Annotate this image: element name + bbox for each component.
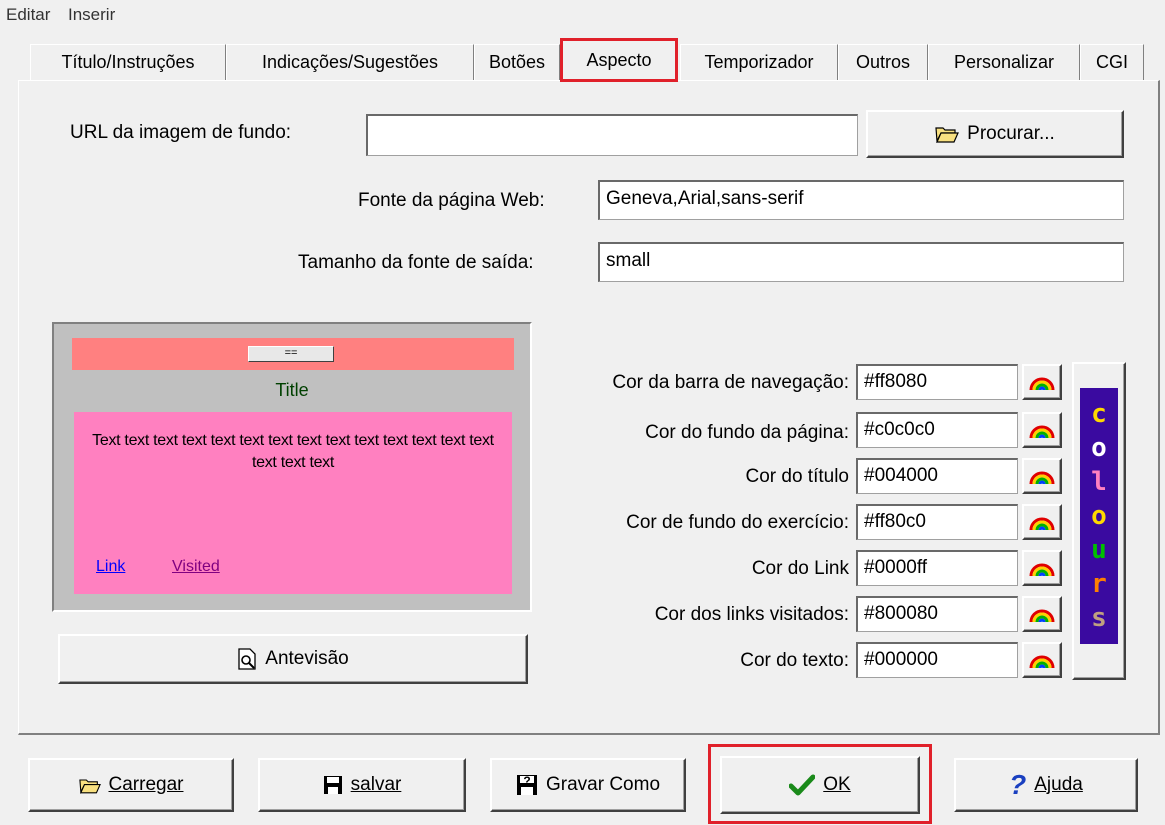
save-button-label: salvar bbox=[350, 774, 402, 795]
floppy-disk-icon bbox=[323, 776, 342, 794]
title-color-picker[interactable] bbox=[1022, 458, 1062, 494]
link-color-picker[interactable] bbox=[1022, 550, 1062, 586]
tab-cgi[interactable]: CGI bbox=[1080, 44, 1144, 80]
svg-text:?: ? bbox=[523, 774, 530, 788]
web-font-label: Fonte da página Web: bbox=[358, 190, 545, 211]
preview-nav-bar: == bbox=[72, 338, 514, 370]
menu-editar[interactable]: Editar bbox=[6, 5, 50, 25]
nav-bar-color-field[interactable]: #ff8080 bbox=[856, 364, 1018, 400]
title-color-label: Cor do título bbox=[745, 466, 850, 487]
font-size-label: Tamanho da fonte de saída: bbox=[298, 252, 534, 273]
preview-visited-link: Visited bbox=[172, 558, 220, 575]
load-button-label: Carregar bbox=[108, 774, 184, 795]
help-button-label: Ajuda bbox=[1034, 774, 1083, 795]
preview-area: == Title Text text text text text text t… bbox=[52, 322, 532, 612]
nav-bar-color-picker[interactable] bbox=[1022, 364, 1062, 400]
help-button[interactable]: ? Ajuda bbox=[954, 758, 1138, 812]
tab-temporizador[interactable]: Temporizador bbox=[680, 44, 838, 80]
colours-logo-letter: c bbox=[1091, 399, 1107, 429]
preview-nav-button: == bbox=[248, 346, 334, 362]
link-color-field[interactable]: #0000ff bbox=[856, 550, 1018, 586]
exercise-bg-color-label: Cor de fundo do exercício: bbox=[626, 512, 849, 533]
exercise-bg-color-field[interactable]: #ff80c0 bbox=[856, 504, 1018, 540]
font-size-input[interactable]: small bbox=[598, 242, 1124, 282]
save-as-button-label: Gravar Como bbox=[545, 774, 661, 795]
preview-body-text: Text text text text text text text text … bbox=[92, 432, 494, 471]
colours-logo: colours bbox=[1080, 388, 1118, 644]
tab-outros[interactable]: Outros bbox=[838, 44, 928, 80]
load-button[interactable]: Carregar bbox=[28, 758, 234, 812]
menu-inserir[interactable]: Inserir bbox=[68, 5, 115, 25]
save-as-button[interactable]: ? Gravar Como bbox=[490, 758, 686, 812]
nav-bar-color-label: Cor da barra de navegação: bbox=[612, 372, 849, 393]
browse-button[interactable]: Procurar... bbox=[866, 110, 1124, 158]
preview-exercise-box: Text text text text text text text text … bbox=[74, 412, 512, 594]
folder-icon bbox=[935, 127, 960, 143]
checkmark-icon bbox=[789, 774, 816, 796]
preview-title: Title bbox=[275, 380, 309, 400]
tab-titulo-instrucoes[interactable]: Título/Instruções bbox=[30, 44, 226, 80]
tab-botoes[interactable]: Botões bbox=[474, 44, 560, 80]
page-bg-color-label: Cor do fundo da página: bbox=[645, 422, 849, 443]
web-font-input[interactable]: Geneva,Arial,sans-serif bbox=[598, 180, 1124, 220]
title-color-field[interactable]: #004000 bbox=[856, 458, 1018, 494]
link-color-label: Cor do Link bbox=[751, 558, 849, 579]
rainbow-icon bbox=[1029, 377, 1055, 391]
save-button[interactable]: salvar bbox=[258, 758, 466, 812]
rainbow-icon bbox=[1029, 563, 1055, 577]
rainbow-icon bbox=[1029, 425, 1055, 439]
preview-button-label: Antevisão bbox=[265, 648, 349, 669]
page-bg-color-field[interactable]: #c0c0c0 bbox=[856, 412, 1018, 448]
magnifier-document-icon bbox=[238, 648, 256, 670]
save-as-icon: ? bbox=[516, 774, 537, 795]
colours-logo-letters: colours bbox=[1091, 397, 1107, 635]
colours-logo-letter: s bbox=[1091, 603, 1107, 633]
menu-bar: Editar Inserir bbox=[0, 0, 1165, 32]
colours-button[interactable]: colours bbox=[1072, 362, 1126, 680]
rainbow-icon bbox=[1029, 609, 1055, 623]
colours-logo-letter: o bbox=[1091, 433, 1107, 463]
open-folder-icon bbox=[78, 778, 101, 794]
ok-button[interactable]: OK bbox=[720, 756, 920, 814]
tab-indicacoes-sugestoes[interactable]: Indicações/Sugestões bbox=[226, 44, 474, 80]
rainbow-icon bbox=[1029, 471, 1055, 485]
colours-logo-letter: o bbox=[1091, 501, 1107, 531]
colours-logo-letter: r bbox=[1091, 569, 1107, 599]
visited-link-color-label: Cor dos links visitados: bbox=[654, 604, 849, 625]
exercise-bg-color-picker[interactable] bbox=[1022, 504, 1062, 540]
colours-logo-letter: l bbox=[1091, 467, 1107, 497]
page-bg-color-picker[interactable] bbox=[1022, 412, 1062, 448]
text-color-label: Cor do texto: bbox=[740, 650, 849, 671]
preview-button[interactable]: Antevisão bbox=[58, 634, 528, 684]
background-url-input[interactable] bbox=[366, 114, 858, 156]
browse-button-label: Procurar... bbox=[967, 123, 1055, 144]
preview-link: Link bbox=[96, 558, 126, 575]
visited-link-color-field[interactable]: #800080 bbox=[856, 596, 1018, 632]
rainbow-icon bbox=[1029, 517, 1055, 531]
visited-link-color-picker[interactable] bbox=[1022, 596, 1062, 632]
tab-aspecto[interactable]: Aspecto bbox=[560, 38, 678, 82]
rainbow-icon bbox=[1029, 655, 1055, 669]
help-icon: ? bbox=[1009, 769, 1027, 800]
text-color-picker[interactable] bbox=[1022, 642, 1062, 678]
ok-button-label: OK bbox=[823, 774, 851, 795]
text-color-field[interactable]: #000000 bbox=[856, 642, 1018, 678]
background-url-label: URL da imagem de fundo: bbox=[70, 122, 292, 143]
colours-logo-letter: u bbox=[1091, 535, 1107, 565]
tab-personalizar[interactable]: Personalizar bbox=[928, 44, 1080, 80]
